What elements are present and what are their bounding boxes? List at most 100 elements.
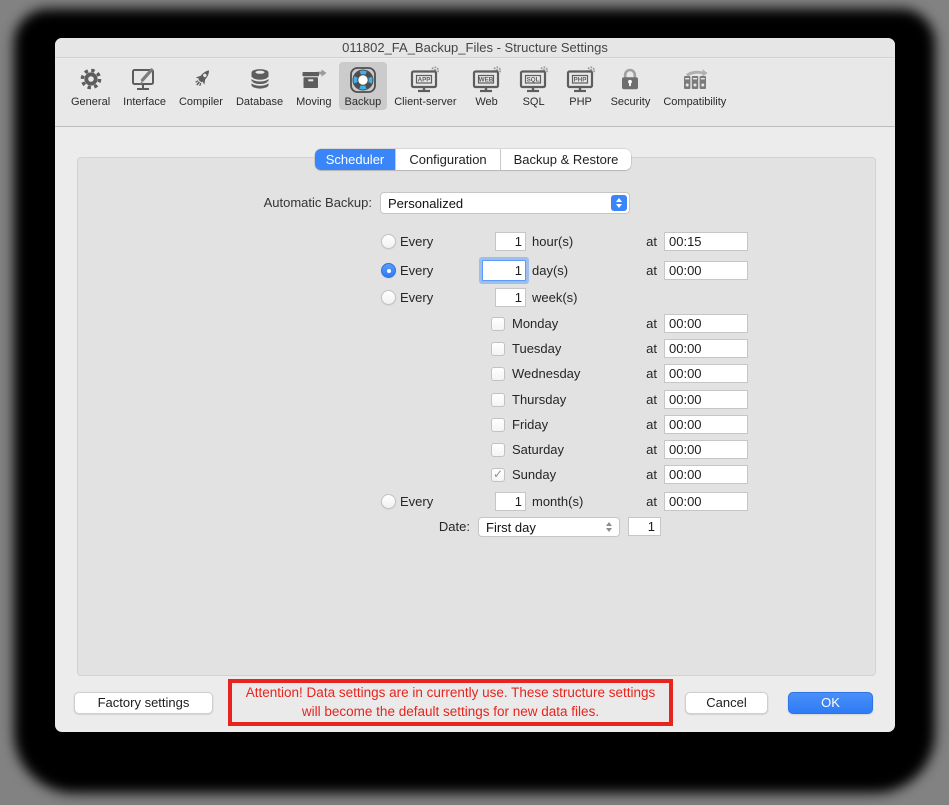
- toolbar-item-php[interactable]: PHP PHP: [558, 62, 604, 110]
- toolbar-item-backup[interactable]: Backup: [339, 62, 388, 110]
- stepper-arrows-icon: [611, 195, 627, 211]
- hourly-radio[interactable]: [381, 234, 396, 249]
- at-label: at: [639, 465, 657, 485]
- monday-time-input[interactable]: [664, 314, 748, 333]
- at-label: at: [639, 364, 657, 384]
- toolbar-item-label: Compatibility: [663, 96, 726, 108]
- month-time-input[interactable]: [664, 492, 748, 511]
- toolbar-item-sql[interactable]: SQL SQL: [511, 62, 557, 110]
- daily-radio[interactable]: [381, 263, 396, 278]
- thursday-checkbox[interactable]: [491, 393, 505, 407]
- saturday-checkbox[interactable]: [491, 443, 505, 457]
- monitor-pencil-icon: [130, 65, 160, 95]
- weekday-label: Monday: [512, 314, 558, 334]
- automatic-backup-select[interactable]: Personalized: [380, 192, 630, 214]
- week-count-input[interactable]: [495, 288, 526, 307]
- week-unit-label: week(s): [532, 288, 578, 308]
- date-select[interactable]: First day: [478, 517, 620, 537]
- at-label: at: [639, 314, 657, 334]
- cancel-button[interactable]: Cancel: [685, 692, 768, 714]
- hour-count-input[interactable]: [495, 232, 526, 251]
- automatic-backup-value: Personalized: [381, 196, 609, 211]
- sunday-checkbox[interactable]: [491, 468, 505, 482]
- monitor-sql-icon: SQL: [517, 65, 551, 95]
- toolbar-item-label: PHP: [569, 96, 592, 108]
- at-label: at: [639, 390, 657, 410]
- thursday-time-input[interactable]: [664, 390, 748, 409]
- every-label: Every: [400, 492, 433, 512]
- weekly-radio[interactable]: [381, 290, 396, 305]
- weekday-label: Saturday: [512, 440, 564, 460]
- date-row: Date: First day: [55, 517, 895, 537]
- stepper-arrows-icon: [601, 520, 617, 534]
- date-number-input[interactable]: [628, 517, 661, 536]
- every-label: Every: [400, 261, 433, 281]
- sunday-time-input[interactable]: [664, 465, 748, 484]
- hour-time-input[interactable]: [664, 232, 748, 251]
- at-label: at: [639, 232, 657, 252]
- date-select-value: First day: [479, 520, 599, 535]
- tab-configuration[interactable]: Configuration: [396, 149, 501, 170]
- daily-row: Every day(s) at: [55, 261, 895, 281]
- month-unit-label: month(s): [532, 492, 583, 512]
- day-count-input[interactable]: [482, 260, 526, 281]
- toolbar-item-label: Web: [475, 96, 497, 108]
- monthly-radio[interactable]: [381, 494, 396, 509]
- friday-time-input[interactable]: [664, 415, 748, 434]
- tuesday-time-input[interactable]: [664, 339, 748, 358]
- month-count-input[interactable]: [495, 492, 526, 511]
- life-ring-icon: [348, 65, 378, 95]
- toolbar-item-interface[interactable]: Interface: [117, 62, 172, 110]
- tab-scheduler[interactable]: Scheduler: [315, 149, 396, 170]
- weekday-label: Thursday: [512, 390, 566, 410]
- friday-checkbox[interactable]: [491, 418, 505, 432]
- weekday-row-friday: Friday at: [55, 415, 895, 435]
- svg-text:APP: APP: [418, 77, 431, 84]
- toolbar-item-general[interactable]: General: [65, 62, 116, 110]
- toolbar-item-compatibility[interactable]: Compatibility: [657, 62, 732, 110]
- binders-arrow-icon: [678, 65, 712, 95]
- toolbar-item-label: Interface: [123, 96, 166, 108]
- toolbar-item-client-server[interactable]: APP Client-server: [388, 62, 462, 110]
- tab-backup-restore[interactable]: Backup & Restore: [501, 149, 631, 170]
- title-bar[interactable]: 011802_FA_Backup_Files - Structure Setti…: [55, 38, 895, 58]
- rocket-icon: [186, 65, 216, 95]
- toolbar-item-label: Moving: [296, 96, 331, 108]
- svg-text:PHP: PHP: [573, 77, 586, 84]
- ok-button[interactable]: OK: [788, 692, 873, 714]
- weekday-label: Tuesday: [512, 339, 561, 359]
- window-title: 011802_FA_Backup_Files - Structure Setti…: [342, 40, 608, 55]
- at-label: at: [639, 415, 657, 435]
- hourly-row: Every hour(s) at: [55, 232, 895, 252]
- toolbar-item-label: Database: [236, 96, 283, 108]
- weekday-row-tuesday: Tuesday at: [55, 339, 895, 359]
- weekday-label: Friday: [512, 415, 548, 435]
- monthly-row: Every month(s) at: [55, 492, 895, 512]
- toolbar-item-compiler[interactable]: Compiler: [173, 62, 229, 110]
- attention-text: Attention! Data settings are in currentl…: [246, 685, 655, 719]
- toolbar-item-label: Client-server: [394, 96, 456, 108]
- attention-message: Attention! Data settings are in currentl…: [228, 679, 673, 726]
- factory-settings-button[interactable]: Factory settings: [74, 692, 213, 714]
- toolbar-item-label: SQL: [523, 96, 545, 108]
- toolbar-item-moving[interactable]: Moving: [290, 62, 337, 110]
- hour-unit-label: hour(s): [532, 232, 573, 252]
- every-label: Every: [400, 288, 433, 308]
- toolbar-item-label: Backup: [345, 96, 382, 108]
- svg-text:WEB: WEB: [478, 77, 493, 84]
- tuesday-checkbox[interactable]: [491, 342, 505, 356]
- toolbar-item-security[interactable]: Security: [605, 62, 657, 110]
- date-label: Date:: [398, 517, 470, 537]
- day-time-input[interactable]: [664, 261, 748, 280]
- every-label: Every: [400, 232, 433, 252]
- box-arrow-icon: [299, 65, 329, 95]
- wednesday-time-input[interactable]: [664, 364, 748, 383]
- at-label: at: [639, 339, 657, 359]
- saturday-time-input[interactable]: [664, 440, 748, 459]
- automatic-backup-label: Automatic Backup:: [175, 192, 372, 214]
- toolbar-item-web[interactable]: WEB Web: [464, 62, 510, 110]
- monday-checkbox[interactable]: [491, 317, 505, 331]
- toolbar-item-database[interactable]: Database: [230, 62, 289, 110]
- structure-settings-dialog: 011802_FA_Backup_Files - Structure Setti…: [55, 38, 895, 732]
- wednesday-checkbox[interactable]: [491, 367, 505, 381]
